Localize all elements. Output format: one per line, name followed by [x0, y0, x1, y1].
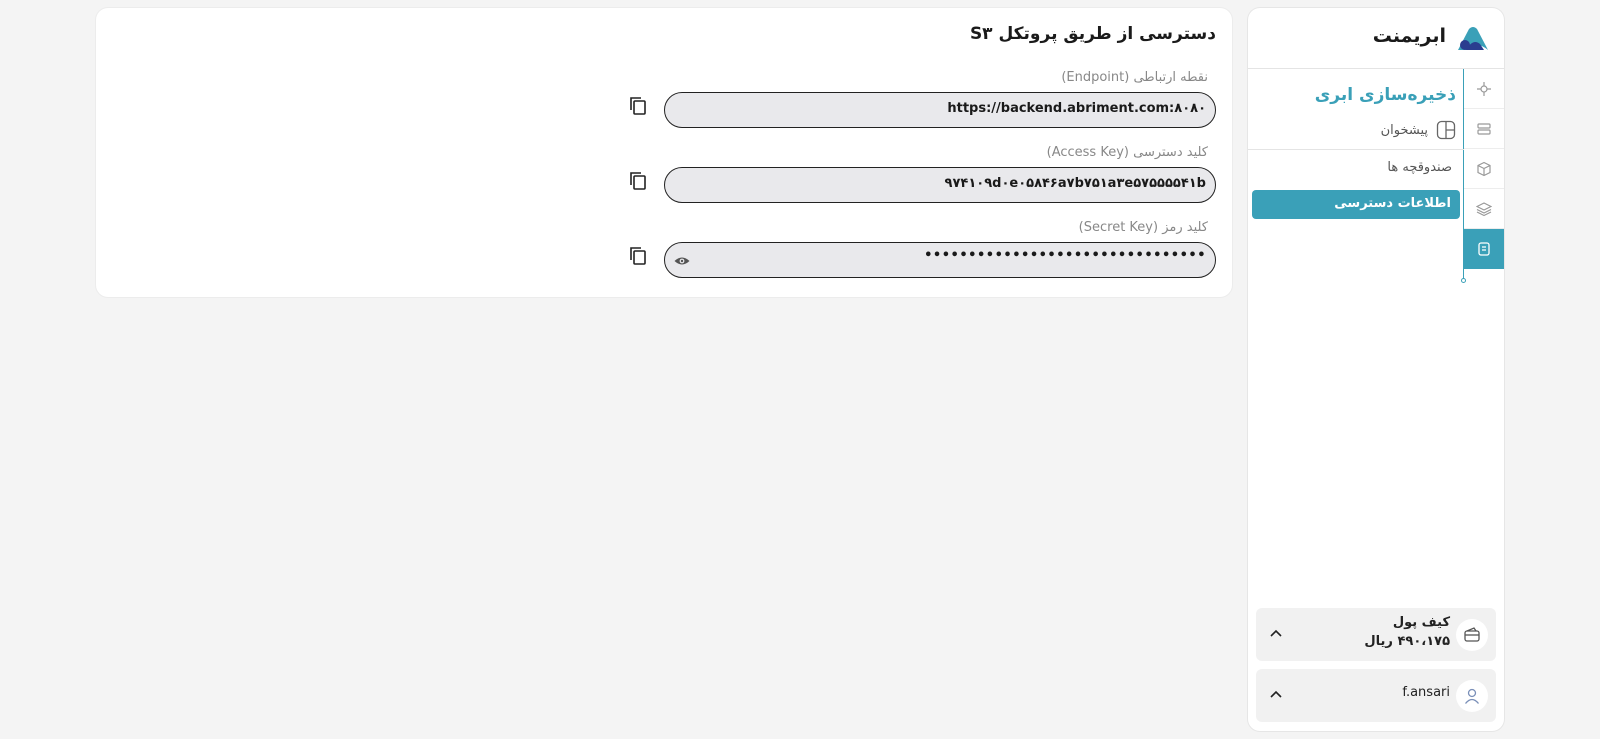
endpoint-field[interactable]: https://backend.abriment.com:۸۰۸۰: [664, 92, 1216, 128]
user-card[interactable]: f.ansari: [1256, 669, 1496, 722]
copy-icon: [630, 97, 646, 115]
nav-item-buckets[interactable]: صندوقچه ها: [1387, 160, 1452, 175]
access-key-field[interactable]: ۹۷۴۱۰۹d۰e۰۵۸۴۶a۷b۷۵۱a۳e۵۷۵۵۵۵۴۱b: [664, 167, 1216, 203]
wallet-balance: ۴۹۰،۱۷۵ ریال: [1364, 634, 1450, 649]
s3-access-card: دسترسی از طریق پروتکل S۳ نقطه ارتباطی (E…: [96, 8, 1232, 297]
access-key-label: کلید دسترسی (Access Key): [1046, 145, 1208, 160]
rail-item-cube[interactable]: [1464, 149, 1504, 189]
access-key-value: ۹۷۴۱۰۹d۰e۰۵۸۴۶a۷b۷۵۱a۳e۵۷۵۵۵۵۴۱b: [944, 176, 1206, 191]
rail-item-cluster[interactable]: [1464, 69, 1504, 109]
chevron-up-icon[interactable]: [1266, 684, 1286, 704]
nav-item-dashboard[interactable]: پیشخوان: [1381, 118, 1456, 142]
brand-header: ابریمنت: [1248, 8, 1504, 69]
rail-item-storage[interactable]: [1464, 229, 1504, 269]
sidebar: ابریمنت ذخیره‌سازی ابری پیشخوان صندوقچه …: [1248, 8, 1504, 731]
copy-secret-key-button[interactable]: [626, 243, 650, 269]
server-icon: [1477, 122, 1491, 135]
wallet-avatar: [1456, 619, 1488, 651]
user-name: f.ansari: [1402, 685, 1450, 700]
endpoint-value: https://backend.abriment.com:۸۰۸۰: [947, 101, 1206, 116]
layers-icon: [1476, 201, 1492, 216]
wallet-icon: [1464, 627, 1480, 642]
copy-access-key-button[interactable]: [626, 168, 650, 194]
nav-item-access-info[interactable]: اطلاعات دسترسی: [1252, 190, 1460, 219]
copy-icon: [630, 247, 646, 265]
chevron-up-icon[interactable]: [1266, 623, 1286, 643]
rail-item-layers[interactable]: [1464, 189, 1504, 229]
wallet-card[interactable]: کیف پول ۴۹۰،۱۷۵ ریال: [1256, 608, 1496, 661]
copy-endpoint-button[interactable]: [626, 93, 650, 119]
secret-key-label: کلید رمز (Secret Key): [1078, 220, 1208, 235]
secret-key-field[interactable]: ••••••••••••••••••••••••••••••••: [664, 242, 1216, 278]
eye-icon[interactable]: [673, 252, 691, 270]
copy-icon: [630, 172, 646, 190]
user-icon: [1464, 688, 1480, 704]
cluster-icon: [1477, 81, 1491, 96]
cube-icon: [1477, 161, 1491, 176]
section-title: ذخیره‌سازی ابری: [1314, 85, 1456, 105]
avatar: [1456, 680, 1488, 712]
endpoint-label: نقطه ارتباطی (Endpoint): [1061, 70, 1208, 85]
nav-item-dashboard-label: پیشخوان: [1380, 122, 1428, 138]
secret-key-value: ••••••••••••••••••••••••••••••••: [924, 248, 1206, 263]
brand-name: ابریمنت: [1372, 25, 1446, 47]
storage-icon: [1478, 242, 1490, 256]
dashboard-icon: [1436, 120, 1456, 140]
page-title: دسترسی از طریق پروتکل S۳: [969, 24, 1216, 44]
wallet-label: کیف پول: [1392, 615, 1450, 630]
rail-item-server[interactable]: [1464, 109, 1504, 149]
service-rail: [1464, 69, 1504, 281]
logo-icon: [1458, 27, 1488, 50]
nav-divider: [1248, 149, 1464, 150]
